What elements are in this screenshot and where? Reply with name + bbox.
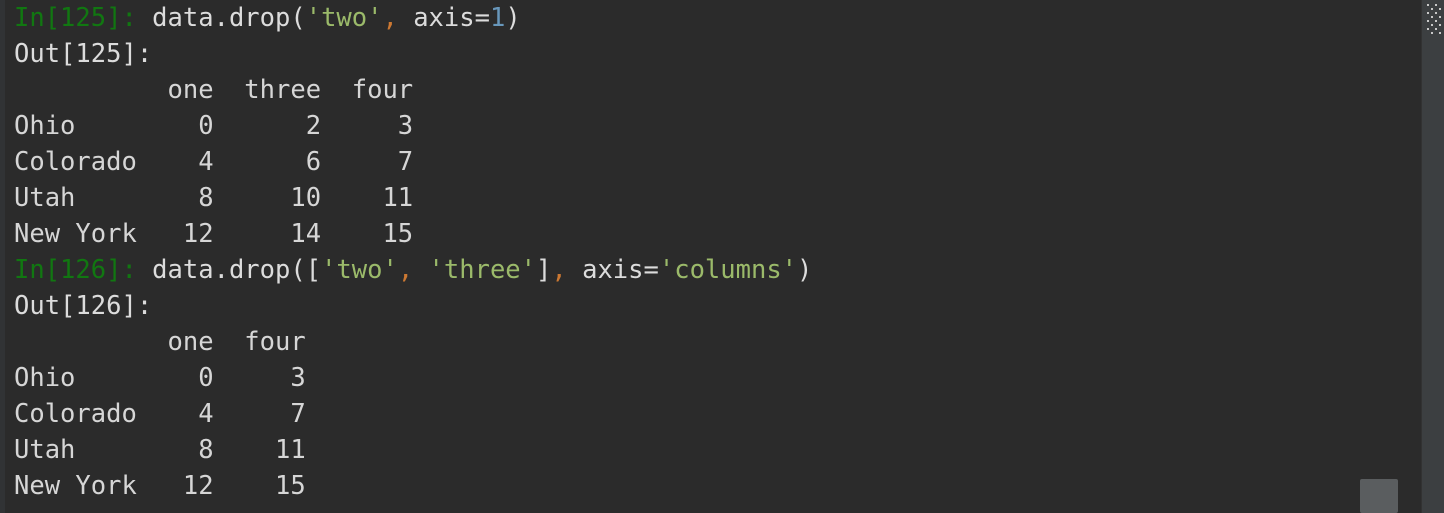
table-row: Ohio 0 3	[14, 363, 306, 393]
code-token-string: 'columns'	[658, 255, 798, 285]
editor-left-gutter	[0, 0, 6, 513]
code-token: )	[797, 255, 813, 285]
console-line-out-126-label: Out[126]:	[14, 291, 153, 321]
code-token-comma: ,	[551, 255, 567, 285]
code-token: )	[505, 3, 521, 33]
prompt-in-125: In[125]:	[14, 3, 137, 33]
console-line-in-125[interactable]: In[125]: data.drop('two', axis=1)	[14, 0, 1404, 36]
code-token: axis=	[566, 255, 659, 285]
table-row: New York 12 15	[14, 471, 306, 501]
code-token-string: 'three'	[428, 255, 537, 285]
ipython-console[interactable]: In[125]: data.drop('two', axis=1) Out[12…	[0, 0, 1444, 513]
code-token: data.drop(	[136, 3, 306, 33]
table-row: Ohio 0 2 3	[14, 111, 414, 141]
prompt-in-126: In[126]:	[14, 255, 137, 285]
table-row: Colorado 4 6 7	[14, 147, 414, 177]
console-line-out-126-header: one four	[14, 327, 306, 357]
console-output-area[interactable]: In[125]: data.drop('two', axis=1) Out[12…	[14, 0, 1404, 513]
table-row: Utah 8 10 11	[14, 183, 414, 213]
code-token-string: 'two'	[305, 3, 383, 33]
vertical-scrollbar[interactable]	[1421, 0, 1444, 513]
table-row: Utah 8 11	[14, 435, 306, 465]
code-token-comma: ,	[397, 255, 414, 285]
scrollbar-corner	[1422, 479, 1444, 513]
code-token: ]	[536, 255, 552, 285]
console-line-in-126[interactable]: In[126]: data.drop(['two', 'three'], axi…	[14, 252, 1404, 288]
table-row: New York 12 14 15	[14, 219, 414, 249]
resize-grip-dots-icon[interactable]	[1427, 4, 1441, 34]
code-token-string: 'two'	[321, 255, 398, 285]
console-line-out-125-header: one three four	[14, 75, 414, 105]
code-token: data.drop([	[136, 255, 322, 285]
code-token-comma: ,	[382, 3, 398, 33]
code-token: axis=	[397, 3, 490, 33]
table-row: Colorado 4 7	[14, 399, 306, 429]
console-line-out-125-label: Out[125]:	[14, 39, 153, 69]
horizontal-scrollbar-thumb[interactable]	[1360, 479, 1398, 513]
code-token-number: 1	[489, 3, 506, 33]
